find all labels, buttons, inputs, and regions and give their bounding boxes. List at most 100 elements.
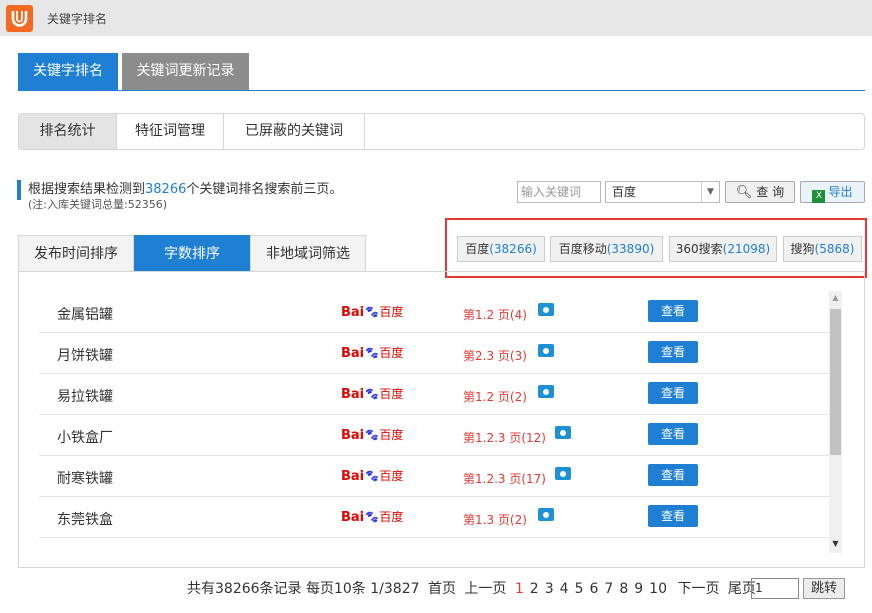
engine-select-value: 百度 (612, 185, 637, 199)
engine-count: (5868) (814, 242, 855, 256)
export-button[interactable]: X 导出 (800, 181, 865, 203)
rank-cell: 第2.3 页(3) (463, 349, 527, 363)
rank-cell: 第1.2.3 页(12) (463, 431, 546, 445)
search-icon: 🔍︎ (735, 185, 753, 200)
page-link-7[interactable]: 7 (604, 581, 613, 597)
pagination: 共有38266条记录 每页10条 1/3827 首页 上一页 123456789… (187, 578, 760, 600)
baidu-paw-icon: 🐾︎ (364, 428, 380, 442)
engine-button-sogou[interactable]: 搜狗(5868) (783, 236, 862, 262)
camera-icon[interactable] (538, 508, 554, 521)
baidu-logo-bai: Bai (341, 428, 365, 443)
rank-cell: 第1.2 页(2) (463, 390, 527, 404)
table-row: 金属铝罐 Bai🐾︎百度 第1.2 页(4) 查看 (39, 292, 829, 333)
view-button[interactable]: 查看 (648, 300, 698, 322)
view-button[interactable]: 查看 (648, 464, 698, 486)
camera-icon[interactable] (538, 344, 554, 357)
page-link-3[interactable]: 3 (545, 581, 554, 597)
tab-filter-non-regional[interactable]: 非地域词筛选 (250, 235, 366, 271)
view-button[interactable]: 查看 (648, 505, 698, 527)
baidu-paw-icon: 🐾︎ (364, 469, 380, 483)
engine-button-360[interactable]: 360搜索(21098) (669, 236, 777, 262)
next-page-link[interactable]: 下一页 (677, 581, 719, 597)
view-button[interactable]: 查看 (648, 341, 698, 363)
baidu-paw-icon: 🐾︎ (364, 346, 380, 360)
chevron-down-icon[interactable]: ▼ (701, 182, 719, 202)
keyword-cell: 月饼铁罐 (57, 348, 113, 364)
keyword-cell: 东莞铁盒 (57, 512, 113, 528)
page-link-4[interactable]: 4 (560, 581, 569, 597)
engine-select[interactable]: 百度 ▼ (605, 181, 720, 203)
tab-feature-words[interactable]: 特征词管理 (117, 114, 224, 149)
engine-button-baidu[interactable]: 百度(38266) (457, 236, 545, 262)
baidu-logo-du: 百度 (379, 510, 404, 524)
camera-icon[interactable] (538, 303, 554, 316)
baidu-paw-icon: 🐾︎ (364, 387, 380, 401)
engine-name: 搜狗 (790, 242, 815, 256)
baidu-logo-bai: Bai (341, 510, 365, 525)
results-scrollbar[interactable]: ▲ ▼ (829, 291, 842, 553)
tab-keyword-ranking[interactable]: 关键字排名 (18, 53, 118, 90)
baidu-logo-du: 百度 (379, 428, 404, 442)
baidu-logo-bai: Bai (341, 346, 365, 361)
page-link-5[interactable]: 5 (575, 581, 584, 597)
camera-icon[interactable] (555, 426, 571, 439)
view-button[interactable]: 查看 (648, 423, 698, 445)
camera-icon[interactable] (538, 385, 554, 398)
engine-button-baidu-mobile[interactable]: 百度移动(33890) (550, 236, 663, 262)
scroll-up-icon[interactable]: ▲ (829, 291, 842, 305)
rank-cell: 第1.3 页(2) (463, 513, 527, 527)
engine-name: 360搜索 (675, 242, 723, 256)
engine-name: 百度移动 (558, 242, 607, 256)
baidu-logo-bai: Bai (341, 387, 365, 402)
rank-cell: 第1.2 页(4) (463, 308, 527, 322)
info-marker (17, 180, 21, 200)
table-row: 月饼铁罐 Bai🐾︎百度 第2.3 页(3) 查看 (39, 333, 829, 374)
info-prefix: 根据搜索结果检测到 (28, 182, 146, 197)
tab-blocked-keywords[interactable]: 已屏蔽的关键词 (224, 114, 365, 149)
baidu-logo-bai: Bai (341, 305, 365, 320)
scroll-down-icon[interactable]: ▼ (829, 537, 842, 551)
tab-ranking-stats[interactable]: 排名统计 (19, 114, 117, 149)
app-title: 关键字排名 (47, 12, 108, 26)
first-page-link[interactable]: 首页 (428, 581, 456, 597)
baidu-logo-du: 百度 (379, 305, 404, 319)
page-number-input[interactable]: 1 (751, 578, 799, 599)
page-link-9[interactable]: 9 (634, 581, 643, 597)
sub-tab-bar: 排名统计 特征词管理 已屏蔽的关键词 (18, 113, 865, 150)
export-label: 导出 (828, 185, 853, 199)
app-logo-icon (6, 5, 33, 32)
page-link-1[interactable]: 1 (515, 581, 524, 597)
scroll-thumb[interactable] (830, 309, 841, 455)
tab-keyword-update-log[interactable]: 关键词更新记录 (122, 53, 249, 90)
keyword-cell: 小铁盒厂 (57, 430, 113, 446)
page-link-8[interactable]: 8 (619, 581, 628, 597)
baidu-logo-bai: Bai (341, 469, 365, 484)
engine-name: 百度 (465, 242, 490, 256)
info-suffix: 个关键词排名搜索前三页。 (186, 182, 343, 197)
camera-icon[interactable] (555, 467, 571, 480)
baidu-logo-du: 百度 (379, 469, 404, 483)
tab-divider (18, 90, 865, 91)
page-link-10[interactable]: 10 (649, 581, 667, 597)
baidu-logo-du: 百度 (379, 387, 404, 401)
prev-page-link[interactable]: 上一页 (464, 581, 506, 597)
page-link-2[interactable]: 2 (530, 581, 539, 597)
keyword-cell: 金属铝罐 (57, 307, 113, 323)
excel-icon: X (812, 190, 826, 203)
page-link-6[interactable]: 6 (589, 581, 598, 597)
info-note: (注:入库关键词总量:52356) (28, 198, 167, 211)
tab-sort-word-count[interactable]: 字数排序 (134, 235, 250, 271)
baidu-logo: Bai🐾︎百度 (341, 385, 403, 402)
info-summary: 根据搜索结果检测到38266个关键词排名搜索前三页。 (28, 178, 342, 197)
engine-count: (38266) (489, 242, 537, 256)
view-button[interactable]: 查看 (648, 382, 698, 404)
table-row: 易拉铁罐 Bai🐾︎百度 第1.2 页(2) 查看 (39, 374, 829, 415)
baidu-logo: Bai🐾︎百度 (341, 467, 403, 484)
tab-sort-publish-time[interactable]: 发布时间排序 (18, 235, 134, 271)
engine-count: (21098) (722, 242, 771, 256)
baidu-logo-du: 百度 (379, 346, 404, 360)
keyword-search-input[interactable]: 输入关键词 (517, 181, 601, 203)
keyword-cell: 易拉铁罐 (57, 389, 113, 405)
query-button[interactable]: 🔍︎ 查 询 (725, 181, 795, 203)
jump-button[interactable]: 跳转 (803, 578, 845, 599)
